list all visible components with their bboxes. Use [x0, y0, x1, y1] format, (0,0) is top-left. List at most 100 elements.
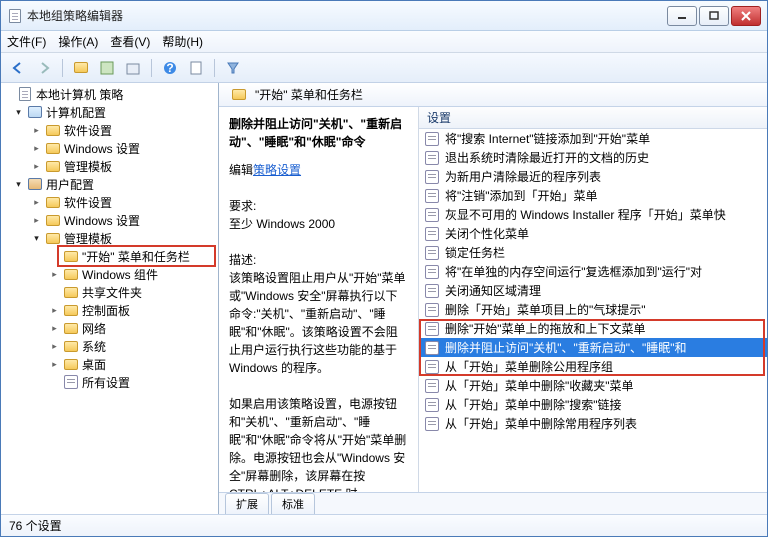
menu-action[interactable]: 操作(A) — [58, 33, 98, 50]
tree-computer-config[interactable]: ▾计算机配置 — [1, 103, 218, 121]
list-item-label: 为新用户清除最近的程序列表 — [445, 168, 601, 185]
tree-item[interactable]: ▸Windows 组件 — [1, 265, 218, 283]
list-item[interactable]: 关闭通知区域清理 — [419, 281, 767, 300]
tree-label: 本地计算机 策略 — [36, 86, 123, 103]
settings-list[interactable]: 将"搜索 Internet"链接添加到"开始"菜单退出系统时清除最近打开的文档的… — [419, 129, 767, 492]
list-item[interactable]: 从「开始」菜单删除公用程序组 — [419, 357, 767, 376]
list-item[interactable]: 为新用户清除最近的程序列表 — [419, 167, 767, 186]
tree-item[interactable]: ▸Windows 设置 — [1, 211, 218, 229]
setting-icon — [425, 151, 439, 165]
setting-icon — [425, 208, 439, 222]
filter-button[interactable] — [222, 57, 244, 79]
app-icon — [7, 9, 23, 23]
up-button[interactable] — [70, 57, 92, 79]
forward-button[interactable] — [33, 57, 55, 79]
tree-item[interactable]: 共享文件夹 — [1, 283, 218, 301]
right-body: 删除并阻止访问"关机"、"重新启动"、"睡眠"和"休眠"命令 编辑策略设置 要求… — [219, 107, 767, 492]
list-header[interactable]: 设置 — [419, 107, 767, 129]
menu-help[interactable]: 帮助(H) — [162, 33, 203, 50]
tree-item[interactable]: ▸软件设置 — [1, 121, 218, 139]
list-item-label: 将"搜索 Internet"链接添加到"开始"菜单 — [445, 130, 650, 147]
tree-item[interactable]: ▸Windows 设置 — [1, 139, 218, 157]
tree-label: 软件设置 — [64, 122, 112, 139]
properties-button[interactable] — [185, 57, 207, 79]
doc-icon — [17, 87, 33, 101]
computer-icon — [27, 105, 43, 119]
tree-label: 计算机配置 — [46, 104, 106, 121]
setting-icon — [425, 417, 439, 431]
setting-icon — [425, 265, 439, 279]
edit-policy-link[interactable]: 策略设置 — [253, 163, 301, 177]
back-button[interactable] — [7, 57, 29, 79]
list-item[interactable]: 删除「开始」菜单项目上的"气球提示" — [419, 300, 767, 319]
tree-label: 系统 — [82, 338, 106, 355]
minimize-button[interactable] — [667, 6, 697, 26]
folder-icon — [63, 357, 79, 371]
setting-icon — [425, 379, 439, 393]
tree-admin-templates[interactable]: ▾管理模板 — [1, 229, 218, 247]
tree-label: Windows 设置 — [64, 212, 140, 229]
desc-text: 该策略设置阻止用户从"开始"菜单或"Windows 安全"屏幕执行以下命令:"关… — [229, 269, 408, 377]
edit-link-row: 编辑策略设置 — [229, 161, 408, 179]
detail-column: 删除并阻止访问"关机"、"重新启动"、"睡眠"和"休眠"命令 编辑策略设置 要求… — [219, 107, 419, 492]
list-item[interactable]: 从「开始」菜单中删除"搜索"链接 — [419, 395, 767, 414]
list-item[interactable]: 灰显不可用的 Windows Installer 程序「开始」菜单快 — [419, 205, 767, 224]
tree-label: 控制面板 — [82, 302, 130, 319]
maximize-button[interactable] — [699, 6, 729, 26]
folder-icon — [45, 195, 61, 209]
setting-icon — [425, 303, 439, 317]
tree-item[interactable]: ▸网络 — [1, 319, 218, 337]
tree-start-taskbar[interactable]: "开始" 菜单和任务栏 — [1, 247, 218, 265]
list-item[interactable]: 从「开始」菜单中删除"收藏夹"菜单 — [419, 376, 767, 395]
list-item-label: 删除「开始」菜单项目上的"气球提示" — [445, 301, 646, 318]
show-hide-tree-button[interactable] — [96, 57, 118, 79]
list-item-label: 关闭个性化菜单 — [445, 225, 529, 242]
tree-item[interactable]: ▸软件设置 — [1, 193, 218, 211]
list-item-label: 关闭通知区域清理 — [445, 282, 541, 299]
list-item-label: 从「开始」菜单中删除"搜索"链接 — [445, 396, 622, 413]
right-header-title: "开始" 菜单和任务栏 — [255, 86, 363, 103]
setting-icon — [425, 360, 439, 374]
list-item[interactable]: 删除"开始"菜单上的拖放和上下文菜单 — [419, 319, 767, 338]
tree-item[interactable]: ▸控制面板 — [1, 301, 218, 319]
tab-extended[interactable]: 扩展 — [225, 493, 269, 514]
tab-standard[interactable]: 标准 — [271, 493, 315, 514]
tree-label: 管理模板 — [64, 158, 112, 175]
export-button[interactable] — [122, 57, 144, 79]
tree-item[interactable]: ▸管理模板 — [1, 157, 218, 175]
folder-icon — [45, 213, 61, 227]
desc-label: 描述: — [229, 251, 408, 269]
folder-icon — [63, 321, 79, 335]
list-item[interactable]: 关闭个性化菜单 — [419, 224, 767, 243]
help-button[interactable]: ? — [159, 57, 181, 79]
toolbar: ? — [1, 53, 767, 83]
separator — [62, 59, 63, 77]
right-pane: "开始" 菜单和任务栏 删除并阻止访问"关机"、"重新启动"、"睡眠"和"休眠"… — [219, 83, 767, 514]
tree-item[interactable]: ▸系统 — [1, 337, 218, 355]
folder-icon — [45, 231, 61, 245]
list-item-label: 从「开始」菜单中删除常用程序列表 — [445, 415, 637, 432]
tree-label: Windows 组件 — [82, 266, 158, 283]
menu-file[interactable]: 文件(F) — [7, 33, 46, 50]
list-item[interactable]: 将"搜索 Internet"链接添加到"开始"菜单 — [419, 129, 767, 148]
list-item[interactable]: 删除并阻止访问"关机"、"重新启动"、"睡眠"和 — [419, 338, 767, 357]
tree-label: 共享文件夹 — [82, 284, 142, 301]
folder-icon — [63, 303, 79, 317]
tree-pane[interactable]: 本地计算机 策略 ▾计算机配置 ▸软件设置 ▸Windows 设置 ▸管理模板 … — [1, 83, 219, 514]
list-item[interactable]: 将"在单独的内存空间运行"复选框添加到"运行"对 — [419, 262, 767, 281]
list-item[interactable]: 锁定任务栏 — [419, 243, 767, 262]
list-item-label: 退出系统时清除最近打开的文档的历史 — [445, 149, 649, 166]
close-button[interactable] — [731, 6, 761, 26]
tree-label: 用户配置 — [46, 176, 94, 193]
list-item[interactable]: 退出系统时清除最近打开的文档的历史 — [419, 148, 767, 167]
tree-item[interactable]: ▸桌面 — [1, 355, 218, 373]
tree-all-settings[interactable]: 所有设置 — [1, 373, 218, 391]
tree-root[interactable]: 本地计算机 策略 — [1, 85, 218, 103]
tree-user-config[interactable]: ▾用户配置 — [1, 175, 218, 193]
tree-label: 软件设置 — [64, 194, 112, 211]
separator — [151, 59, 152, 77]
list-item[interactable]: 将"注销"添加到「开始」菜单 — [419, 186, 767, 205]
tree-label: 桌面 — [82, 356, 106, 373]
menu-view[interactable]: 查看(V) — [110, 33, 150, 50]
list-item[interactable]: 从「开始」菜单中删除常用程序列表 — [419, 414, 767, 433]
